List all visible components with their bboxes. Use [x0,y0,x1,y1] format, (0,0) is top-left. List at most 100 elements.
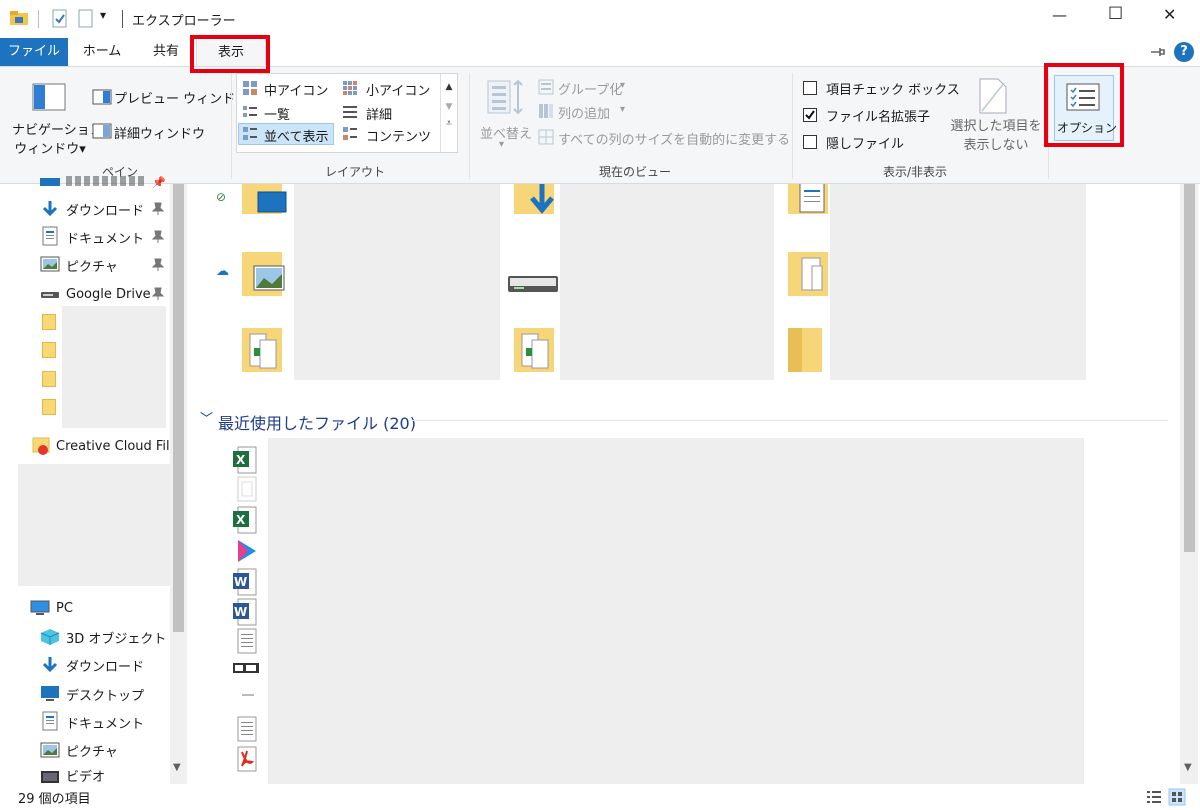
pc-downloads[interactable]: ダウンロード [66,652,144,678]
folder-with-files-icon [514,328,554,372]
qat-separator [38,10,39,28]
ribbon-tabs: ファイル ホーム 共有 表示 ? [0,38,1200,67]
window-title: エクスプローラー [132,14,236,29]
redacted-region [294,184,500,380]
size-columns-icon [538,129,554,145]
svg-text:W: W [234,605,247,619]
quick-access-documents[interactable]: ドキュメント [66,224,144,250]
pin-icon[interactable]: 📌 [152,176,166,189]
redacted-region [560,184,774,380]
pin-icon[interactable] [152,230,164,244]
cloud-icon: ☁ [216,264,229,279]
qat-dropdown-icon[interactable]: ▾ [100,8,106,22]
pc-documents[interactable]: ドキュメント [66,709,144,735]
clipped-nav-label [66,176,146,186]
group-separator [792,73,793,179]
new-folder-icon[interactable] [78,9,94,29]
group-by-button[interactable]: グループ化 [558,79,622,98]
media-player-icon [238,540,256,562]
group-header-rule [410,420,1168,421]
title-bar: ▾ エクスプローラー — ☐ ✕ [0,0,1200,38]
layout-content[interactable]: コンテンツ [366,126,431,145]
chevron-down-icon[interactable]: ﹀ [200,408,213,427]
pc-desktop[interactable]: デスクトップ [66,681,144,707]
desktop-icon [40,178,60,186]
pictures-folder-icon [242,252,285,296]
pin-ribbon-icon[interactable] [1150,46,1166,58]
maximize-button[interactable]: ☐ [1108,4,1123,24]
minimize-button[interactable]: — [1052,6,1067,24]
pc-3d-objects[interactable]: 3D オブジェクト [66,624,166,650]
folder-with-files-icon [242,328,282,372]
large-icons-view-icon[interactable] [1168,788,1186,806]
highlight-view-tab [190,35,270,73]
creative-cloud-files[interactable]: Creative Cloud File [56,433,188,459]
layout-medium-icons[interactable]: 中アイコン [264,80,328,99]
properties-icon[interactable] [52,9,68,29]
medium-icons-icon [243,81,257,95]
quick-access-downloads[interactable]: ダウンロード [66,196,144,222]
item-checkboxes-checkbox[interactable] [803,81,817,95]
pin-icon[interactable] [152,258,164,272]
drive-icon [41,292,59,298]
hidden-items-checkbox[interactable] [803,135,817,149]
scroll-down-arrow-icon[interactable]: ▼ [173,762,181,773]
layout-details[interactable]: 詳細 [366,104,392,123]
content-scrollbar[interactable]: ▼ [1180,184,1198,784]
gallery-expand-icon[interactable]: ⩡ [441,118,457,129]
nav-scrollbar[interactable]: ▼ [170,184,187,784]
close-button[interactable]: ✕ [1163,5,1176,24]
scroll-down-icon[interactable]: ▼ [441,102,457,112]
file-extensions-checkbox[interactable] [803,108,817,122]
nav-scrollbar-thumb[interactable] [173,184,184,632]
scroll-down-arrow-icon[interactable]: ▼ [1184,762,1192,773]
video-icon [41,771,59,783]
add-columns-button[interactable]: 列の追加 [558,103,610,122]
folder-icon [42,314,56,330]
layout-list[interactable]: 一覧 [264,104,290,123]
pc-videos[interactable]: ビデオ [66,766,105,784]
tiles-icon [243,127,257,140]
hide-selected-button[interactable]: 選択した項目を 表示しない [950,117,1042,155]
tab-share[interactable]: 共有 [136,38,196,66]
nav-pc[interactable]: PC [56,595,73,621]
pin-icon[interactable] [152,287,164,301]
sort-by-button[interactable]: 並べ替え [480,123,532,142]
pdf-file-icon [237,746,257,772]
layout-small-icons[interactable]: 小アイコン [366,80,430,99]
quick-access-pictures[interactable]: ピクチャ [66,252,118,278]
details-pane-button[interactable]: 詳細ウィンドウ [114,123,205,142]
pictures-icon [40,256,60,272]
redacted-region [830,184,1086,380]
desktop-icon [41,686,59,701]
size-all-columns-button[interactable]: すべての列のサイズを自動的に変更する [558,129,790,148]
layout-tiles[interactable]: 並べて表示 [264,126,328,145]
quick-access-google-drive[interactable]: Google Drive [66,281,151,307]
tab-home[interactable]: ホーム [72,38,132,66]
hide-selected-icon [979,78,1007,114]
pc-pictures[interactable]: ピクチャ [66,737,118,763]
content-area: ⊘ ☁ ﹀ 最近使用したファイル (20) X X W W [188,184,1180,784]
preview-pane-button[interactable]: プレビュー ウィンドウ [114,88,248,107]
recent-files-header[interactable]: 最近使用したファイル (20) [218,410,416,434]
current-view-group-label: 現在のビュー [598,165,671,179]
highlight-options-button [1044,63,1124,147]
text-file-icon [237,716,257,742]
text-file-icon [237,628,257,654]
status-bar: 29 個の項目 [0,784,1200,810]
pin-icon[interactable] [152,202,164,216]
layout-scroll[interactable]: ▲ ▼ ⩡ [440,74,457,152]
navigation-pane-button[interactable]: ナビゲーション ウィンドウ▾ [12,119,103,157]
svg-text:X: X [236,453,246,467]
tab-file[interactable]: ファイル [0,38,68,66]
add-columns-dropdown-icon: ▾ [620,104,626,115]
ribbon-view: ナビゲーション ウィンドウ▾ プレビュー ウィンドウ 詳細ウィンドウ ペイン 中… [0,66,1200,184]
help-icon[interactable]: ? [1174,42,1194,62]
layout-group-label: レイアウト [324,165,385,179]
details-view-icon[interactable] [1146,789,1162,805]
scroll-up-icon[interactable]: ▲ [441,82,457,92]
download-arrow-icon [42,657,58,673]
details-pane-icon [92,123,112,139]
device-file-icon [233,663,259,673]
content-scrollbar-thumb[interactable] [1184,184,1195,552]
